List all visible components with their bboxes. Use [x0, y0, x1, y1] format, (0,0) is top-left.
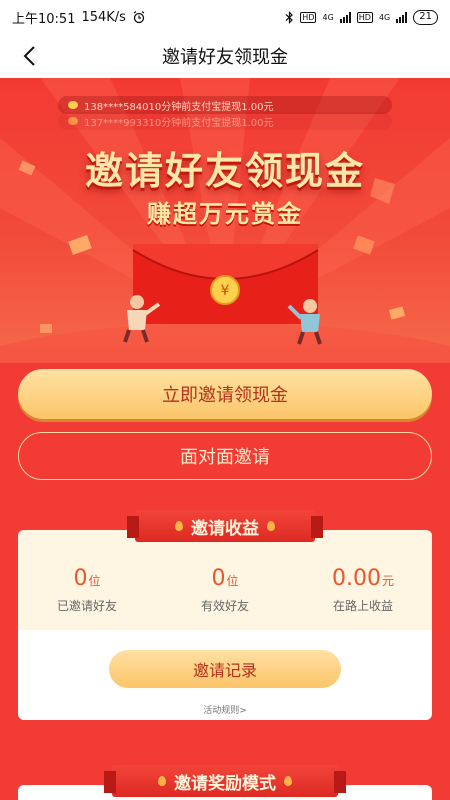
back-button[interactable] — [14, 41, 44, 71]
hero-title: 邀请好友领现金 — [84, 149, 365, 193]
reward-title-text: 邀请奖励模式 — [174, 773, 276, 794]
flame-icon — [267, 521, 275, 531]
signal-icon-2 — [396, 11, 408, 23]
status-bar: 上午10:51 154K/s HD 4G HD 4G 21 — [0, 0, 450, 34]
pending-earnings-stat: 0.00元 在路上收益 — [294, 530, 432, 630]
red-envelope-illustration: ¥ — [123, 244, 322, 345]
nav-bar: 邀请好友领现金 — [0, 34, 450, 78]
network-badge-2: HD — [356, 11, 373, 23]
valid-unit: 位 — [226, 574, 239, 588]
invite-record-button[interactable]: 邀请记录 — [109, 650, 341, 688]
network-badge-1: HD — [300, 11, 317, 23]
coin-symbol: ¥ — [221, 283, 230, 299]
alarm-icon — [133, 11, 145, 24]
earnings-stats: 0位 已邀请好友 0位 有效好友 0.00元 在路上收益 — [18, 530, 432, 630]
invited-count: 0 — [73, 566, 88, 591]
withdraw-ticker-2: 137****993310分钟前支付宝提现1.00元 — [58, 112, 392, 130]
earnings-title-text: 邀请收益 — [191, 518, 259, 539]
network-type-2: 4G — [378, 12, 391, 22]
hero-subtitle: 赚超万元赏金 — [147, 200, 303, 228]
coin-icon — [68, 101, 78, 109]
valid-count: 0 — [211, 566, 226, 591]
valid-friends-stat: 0位 有效好友 — [156, 530, 294, 630]
pending-amount: 0.00 — [332, 566, 381, 591]
invited-unit: 位 — [88, 574, 101, 588]
flame-icon — [284, 776, 292, 786]
coin-icon — [68, 117, 78, 125]
signal-icon — [339, 11, 351, 23]
pending-unit: 元 — [381, 574, 394, 588]
page-title: 邀请好友领现金 — [162, 47, 288, 68]
bluetooth-icon — [285, 10, 294, 24]
status-time: 上午10:51 — [12, 11, 76, 27]
battery-indicator: 21 — [413, 9, 438, 25]
network-type-1: 4G — [322, 12, 334, 22]
pending-label: 在路上收益 — [332, 599, 393, 613]
earnings-card: 0位 已邀请好友 0位 有效好友 0.00元 在路上收益 邀请记录 活动规则> — [18, 530, 432, 720]
status-speed: 154K/s — [81, 9, 126, 25]
flame-icon — [175, 521, 183, 531]
earnings-section-title: 邀请收益 — [127, 510, 323, 542]
invited-label: 已邀请好友 — [56, 599, 117, 613]
flame-icon — [158, 776, 166, 786]
ticker-text-2: 137****993310分钟前支付宝提现1.00元 — [84, 117, 274, 129]
hero-banner: 138****584010分钟前支付宝提现1.00元 137****993310… — [0, 78, 450, 363]
valid-label: 有效好友 — [200, 599, 249, 613]
chevron-left-icon — [23, 46, 35, 66]
face-to-face-invite-button[interactable]: 面对面邀请 — [18, 432, 432, 480]
activity-rules-link[interactable]: 活动规则> — [18, 703, 432, 716]
ticker-text-1: 138****584010分钟前支付宝提现1.00元 — [84, 101, 274, 113]
reward-section-title: 邀请奖励模式 — [104, 765, 346, 797]
invited-friends-stat: 0位 已邀请好友 — [18, 530, 156, 630]
invite-now-button[interactable]: 立即邀请领现金 — [18, 369, 432, 419]
